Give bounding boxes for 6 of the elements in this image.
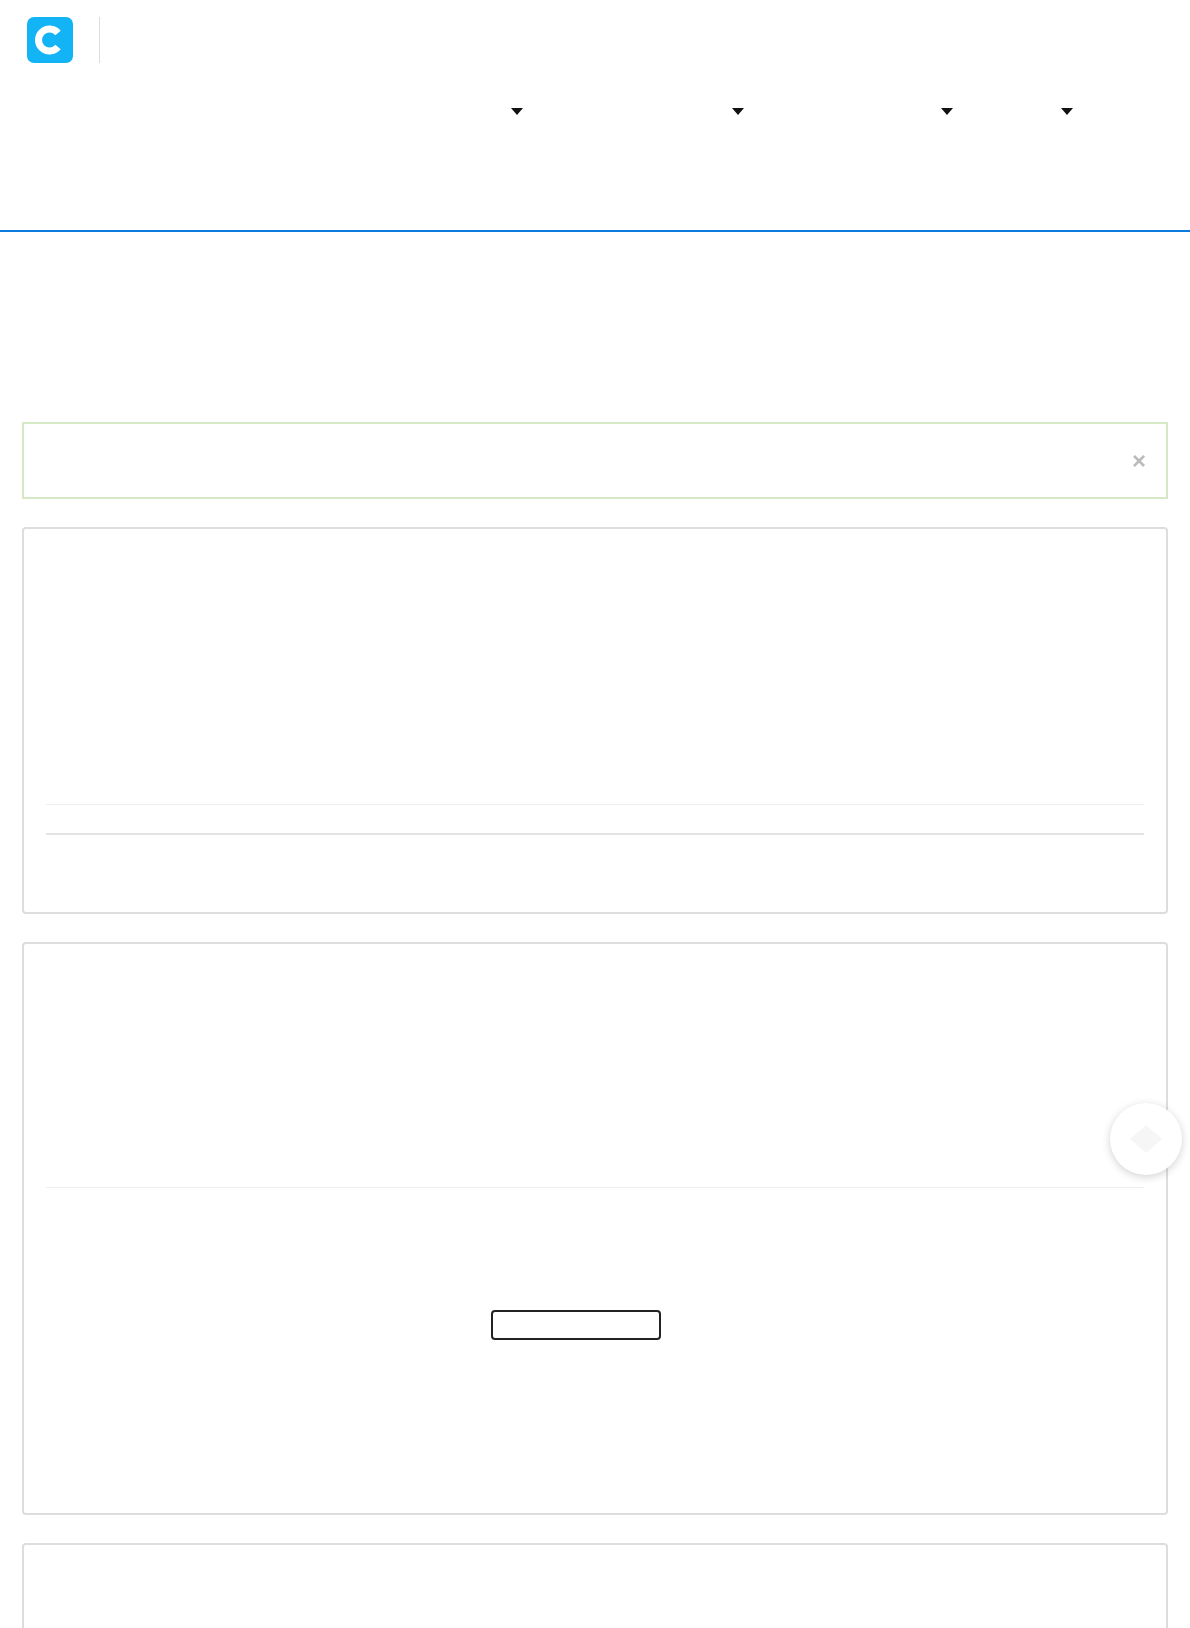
caret-icon[interactable] (732, 108, 744, 115)
caret-icon[interactable] (511, 108, 523, 115)
caret-icon[interactable] (941, 108, 953, 115)
close-button[interactable]: × (1132, 448, 1146, 473)
caret-icon[interactable] (1061, 108, 1073, 115)
outlined-button[interactable] (491, 1310, 661, 1340)
